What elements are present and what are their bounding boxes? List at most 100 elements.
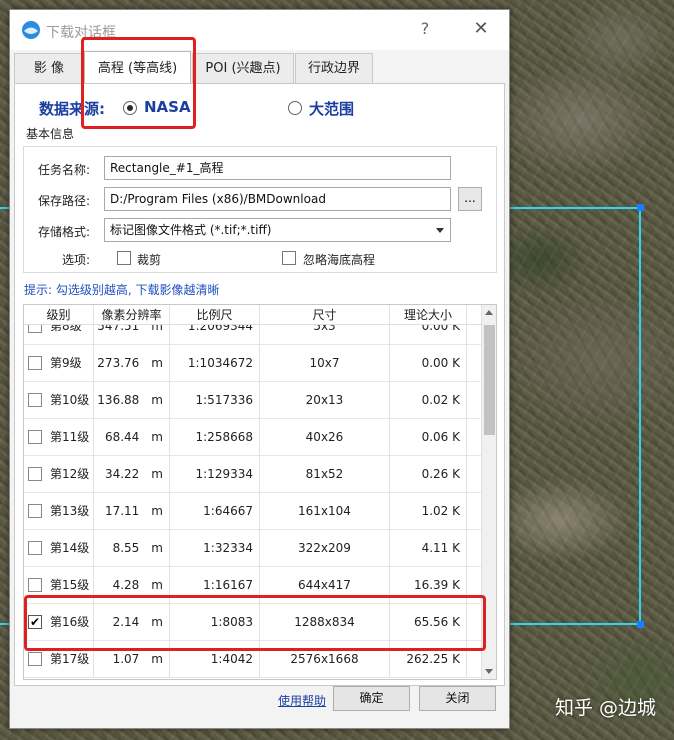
resolution-unit: m (151, 356, 163, 370)
browse-button[interactable]: ... (458, 187, 482, 211)
scale-cell: 1:32334 (170, 530, 260, 567)
crop-checkbox[interactable] (117, 251, 131, 265)
resolution-value: 34.22 (104, 467, 140, 481)
resolution-unit: m (151, 504, 163, 518)
col-level[interactable]: 级别 (24, 305, 94, 325)
size-cell: 5x3 (260, 325, 390, 345)
table-row[interactable]: 第11级 68.44 m 1:258668 40x26 0.06 K (24, 419, 481, 456)
file-size-cell: 1.02 K (390, 493, 467, 530)
wide-range-radio-label[interactable]: 大范围 (309, 98, 354, 119)
resolution-value: 273.76 (97, 356, 140, 370)
save-path-label: 保存路径: (37, 194, 90, 208)
format-select[interactable]: 标记图像文件格式 (*.tif;*.tiff) (104, 218, 451, 242)
size-cell: 40x26 (260, 419, 390, 456)
scale-cell: 1:517336 (170, 382, 260, 419)
cancel-button[interactable]: 关闭 (419, 686, 496, 711)
save-path-input[interactable]: D:/Program Files (x86)/BMDownload (104, 187, 451, 211)
task-name-label: 任务名称: (37, 163, 90, 177)
level-cell: 第12级 (24, 456, 94, 493)
ok-button[interactable]: 确定 (333, 686, 410, 711)
format-label: 存储格式: (37, 225, 90, 239)
table-row[interactable]: 第10级 136.88 m 1:517336 20x13 0.02 K (24, 382, 481, 419)
format-select-value: 标记图像文件格式 (*.tif;*.tiff) (110, 223, 272, 237)
resolution-value: 1.07 (112, 652, 140, 666)
basic-info-title: 基本信息 (26, 127, 75, 141)
selection-handle-bottom-right[interactable] (637, 621, 644, 628)
size-cell: 10x7 (260, 345, 390, 382)
resolution-unit: m (151, 325, 163, 333)
ignore-seafloor-label[interactable]: 忽略海底高程 (303, 251, 375, 268)
resolution-unit: m (151, 467, 163, 481)
resolution-cell: 136.88 m (94, 382, 170, 419)
file-size-cell: 0.02 K (390, 382, 467, 419)
scale-cell: 1:1034672 (170, 345, 260, 382)
help-link[interactable]: 使用帮助 (278, 692, 326, 709)
resolution-value: 136.88 (97, 393, 140, 407)
file-size-cell: 0.26 K (390, 456, 467, 493)
resolution-cell: 68.44 m (94, 419, 170, 456)
level-cell: 第11级 (24, 419, 94, 456)
resolution-value: 547.51 (97, 325, 140, 333)
level-cell: 第10级 (24, 382, 94, 419)
col-scale[interactable]: 比例尺 (170, 305, 260, 325)
col-resolution[interactable]: 像素分辨率 (94, 305, 170, 325)
level-cell: 第9级 (24, 345, 94, 382)
file-size-cell: 0.00 K (390, 325, 467, 345)
size-cell: 81x52 (260, 456, 390, 493)
task-name-input[interactable]: Rectangle_#1_高程 (104, 156, 451, 180)
table-row[interactable]: 第8级 547.51 m 1:2069344 5x3 0.00 K (24, 325, 481, 345)
table-header: 级别 像素分辨率 比例尺 尺寸 理论大小 (24, 305, 481, 325)
scroll-up-icon[interactable] (485, 310, 493, 315)
file-size-cell: 0.00 K (390, 345, 467, 382)
scale-cell: 1:129334 (170, 456, 260, 493)
file-size-cell: 4.11 K (390, 530, 467, 567)
level-cell: 第8级 (24, 325, 94, 345)
wide-range-radio[interactable] (288, 101, 302, 115)
scale-cell: 1:2069344 (170, 325, 260, 345)
tab-admin-boundary[interactable]: 行政边界 (295, 53, 373, 84)
resolution-cell: 547.51 m (94, 325, 170, 345)
resolution-cell: 34.22 m (94, 456, 170, 493)
scroll-thumb[interactable] (484, 325, 495, 435)
options-label: 选项: (61, 253, 90, 267)
highlight-tab-and-source (81, 37, 196, 129)
size-cell: 161x104 (260, 493, 390, 530)
selection-handle-top-right[interactable] (637, 204, 644, 211)
size-cell: 322x209 (260, 530, 390, 567)
level-cell: 第13级 (24, 493, 94, 530)
chevron-down-icon (436, 228, 444, 233)
size-cell: 20x13 (260, 382, 390, 419)
tab-poi[interactable]: POI (兴趣点) (192, 53, 294, 84)
hint-text: 提示: 勾选级别越高, 下载影像越清晰 (24, 283, 220, 297)
tab-imagery[interactable]: 影 像 (14, 53, 84, 84)
col-size[interactable]: 尺寸 (260, 305, 390, 325)
scale-cell: 1:64667 (170, 493, 260, 530)
table-row[interactable]: 第12级 34.22 m 1:129334 81x52 0.26 K (24, 456, 481, 493)
resolution-value: 68.44 (104, 430, 140, 444)
crop-label[interactable]: 裁剪 (137, 251, 161, 268)
resolution-cell: 273.76 m (94, 345, 170, 382)
resolution-value: 4.28 (112, 578, 140, 592)
resolution-cell: 8.55 m (94, 530, 170, 567)
level-cell: 第14级 (24, 530, 94, 567)
resolution-unit: m (151, 578, 163, 592)
col-file-size[interactable]: 理论大小 (390, 305, 467, 325)
resolution-unit: m (151, 430, 163, 444)
watermark: 知乎 @边城 (554, 697, 656, 719)
file-size-cell: 0.06 K (390, 419, 467, 456)
close-icon[interactable]: ✕ (469, 18, 493, 39)
resolution-cell: 17.11 m (94, 493, 170, 530)
download-dialog: 下载对话框 ? ✕ 影 像 高程 (等高线) POI (兴趣点) 行政边界 数据… (9, 9, 510, 729)
app-logo-icon (22, 21, 40, 39)
resolution-unit: m (151, 393, 163, 407)
table-row[interactable]: 第13级 17.11 m 1:64667 161x104 1.02 K (24, 493, 481, 530)
table-row[interactable]: 第14级 8.55 m 1:32334 322x209 4.11 K (24, 530, 481, 567)
help-button[interactable]: ? (415, 19, 435, 38)
table-row[interactable]: 第9级 273.76 m 1:1034672 10x7 0.00 K (24, 345, 481, 382)
highlight-level-16 (24, 595, 486, 651)
resolution-unit: m (151, 652, 163, 666)
ignore-seafloor-checkbox[interactable] (282, 251, 296, 265)
scroll-down-icon[interactable] (485, 669, 493, 674)
scale-cell: 1:258668 (170, 419, 260, 456)
resolution-value: 8.55 (112, 541, 140, 555)
